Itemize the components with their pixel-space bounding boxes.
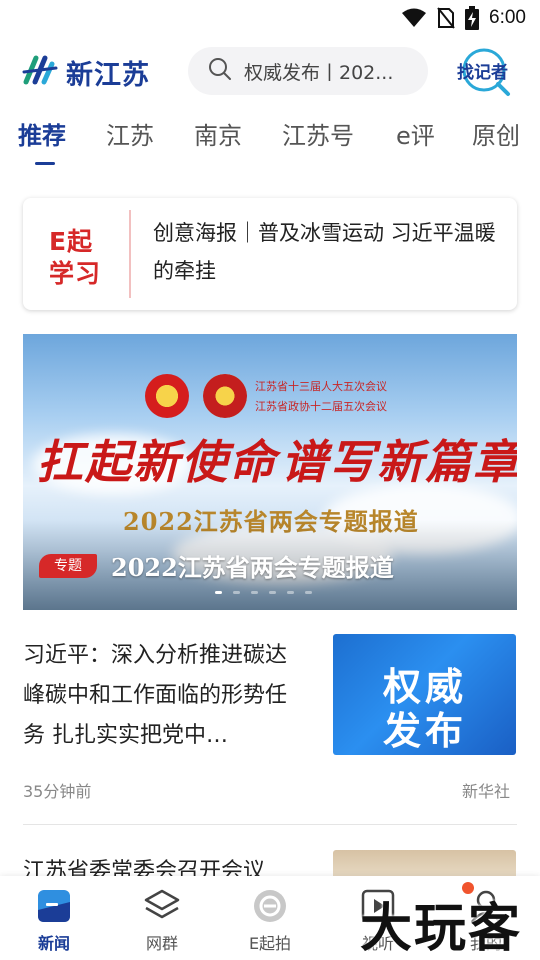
battery-charging-icon	[465, 6, 480, 30]
watermark: 大玩客	[360, 884, 538, 959]
e-study-card[interactable]: E起 学习 创意海报｜普及冰雪运动 习近平温暖的牵挂	[23, 198, 517, 310]
nav-news[interactable]: 新闻	[0, 876, 108, 960]
nav-groups-label: 网群	[145, 934, 178, 953]
cppcc-emblem-icon	[203, 374, 247, 418]
search-input[interactable]: 权威发布丨202...	[188, 47, 428, 95]
topic-badge: 专题	[39, 554, 97, 578]
tab-jiangsu[interactable]: 江苏	[106, 116, 154, 151]
carousel-dot[interactable]	[215, 591, 222, 594]
no-sim-icon	[437, 7, 455, 29]
thumbnail-text-line2: 发布	[383, 708, 468, 753]
e-study-logo: E起 学习	[49, 222, 129, 288]
tab-original[interactable]: 原创	[472, 116, 520, 151]
nav-e-shoot-label: E起拍	[248, 934, 292, 953]
e-study-logo-line2: 学习	[49, 259, 102, 288]
active-tab-indicator	[35, 162, 55, 165]
channel-tabs: 推荐 江苏 南京 江苏号 e评 原创	[0, 116, 540, 168]
tab-recommend[interactable]: 推荐	[18, 116, 66, 151]
carousel-dot[interactable]	[233, 591, 240, 594]
status-time: 6:00	[489, 7, 526, 28]
news-source: 新华社	[462, 782, 511, 801]
banner-title: 2022江苏省两会专题报道	[111, 553, 394, 582]
news-title: 习近平：深入分析推进碳达峰碳中和工作面临的形势任务 扎扎实实把党中…	[23, 643, 288, 748]
find-reporter-button[interactable]: 找记者	[454, 46, 520, 98]
news-timestamp: 35分钟前	[23, 782, 92, 801]
tab-jiangsu-hao[interactable]: 江苏号	[282, 116, 354, 151]
app-logo[interactable]: 新江苏	[22, 52, 150, 92]
news-thumbnail: 权威 发布	[333, 634, 516, 755]
news-icon	[38, 890, 70, 922]
status-bar: 6:00	[0, 0, 540, 36]
nav-news-label: 新闻	[37, 934, 70, 953]
carousel-indicator	[215, 591, 312, 594]
carousel-dot[interactable]	[251, 591, 258, 594]
app-header: 新江苏 权威发布丨202... 找记者	[0, 44, 540, 100]
carousel-dot[interactable]	[305, 591, 312, 594]
national-emblem-icon	[145, 374, 189, 418]
carousel-dot[interactable]	[287, 591, 294, 594]
tab-e-review[interactable]: e评	[396, 116, 435, 151]
layers-icon	[144, 889, 180, 919]
wifi-icon	[401, 8, 427, 28]
tab-nanjing[interactable]: 南京	[194, 116, 242, 151]
e-study-divider	[129, 210, 131, 298]
banner-slogan-left: 扛起新使命	[37, 435, 277, 489]
nav-e-shoot[interactable]: E起拍	[216, 876, 324, 960]
find-reporter-label: 找记者	[457, 63, 508, 83]
nav-groups[interactable]: 网群	[108, 876, 216, 960]
e-shoot-icon	[254, 890, 286, 922]
banner-slogan-right: 谱写新篇章	[281, 435, 517, 489]
watermark-text: 大玩客	[360, 899, 523, 959]
search-icon	[208, 57, 232, 85]
banner-meeting-line2: 江苏省政协十二届五次会议	[255, 400, 387, 413]
list-divider	[23, 824, 517, 825]
e-study-logo-line1: E起	[49, 227, 94, 256]
carousel-dot[interactable]	[269, 591, 276, 594]
e-study-headline: 创意海报｜普及冰雪运动 习近平温暖的牵挂	[153, 221, 496, 283]
banner-meeting-line1: 江苏省十三届人大五次会议	[255, 380, 387, 393]
logo-mark-icon	[22, 52, 58, 92]
logo-text: 新江苏	[66, 59, 150, 91]
featured-banner[interactable]: 江苏省十三届人大五次会议 江苏省政协十二届五次会议 扛起新使命 谱写新篇章 20…	[23, 334, 517, 610]
search-placeholder: 权威发布丨202...	[244, 61, 394, 84]
